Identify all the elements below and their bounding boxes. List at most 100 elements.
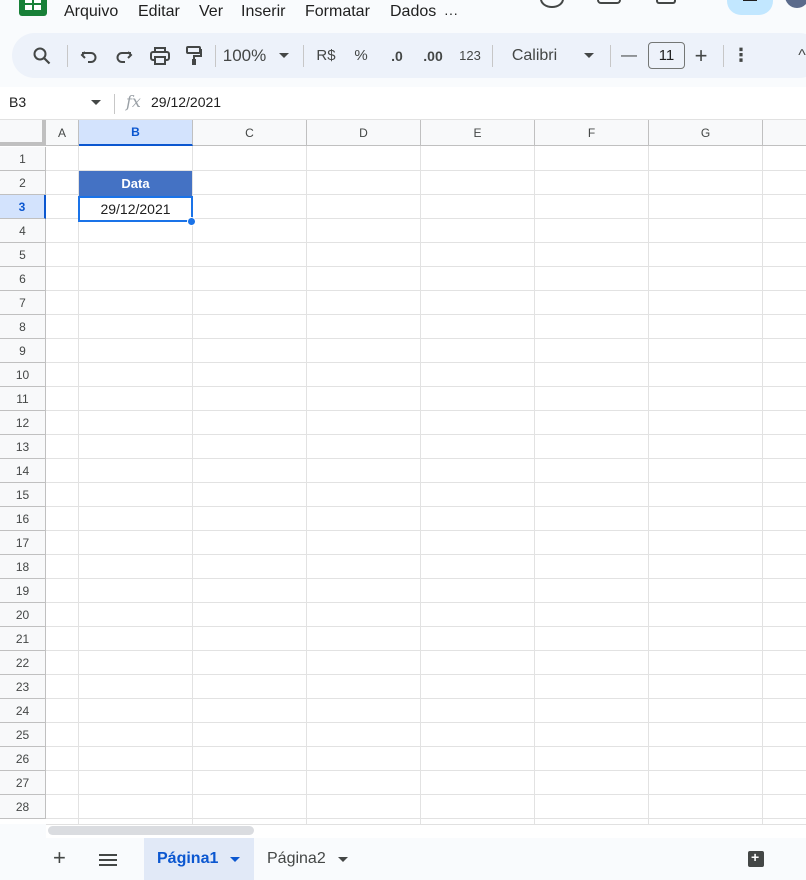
zoom-value[interactable]: 100% — [222, 33, 267, 78]
grid-row-line — [46, 434, 806, 435]
menu-bar: Arquivo Editar Ver Inserir Formatar Dado… — [0, 0, 806, 30]
row-header-17[interactable]: 17 — [0, 531, 46, 555]
more-options-icon[interactable]: ⋮ — [732, 33, 750, 78]
share-button[interactable] — [727, 0, 773, 15]
meet-icon[interactable] — [656, 0, 676, 4]
collapse-toolbar-icon[interactable]: ^ — [795, 33, 806, 78]
row-header-4[interactable]: 4 — [0, 219, 46, 243]
decrease-font-size-button[interactable]: — — [620, 33, 638, 78]
cell-b2[interactable]: Data — [79, 171, 192, 196]
menu-formatar[interactable]: Formatar — [305, 3, 370, 21]
currency-format-button[interactable]: R$ — [314, 33, 338, 78]
font-family-dropdown[interactable] — [582, 33, 596, 78]
sheets-logo-icon[interactable] — [19, 0, 47, 16]
row-header-20[interactable]: 20 — [0, 603, 46, 627]
add-sheet-icon[interactable]: + — [53, 847, 66, 869]
menu-arquivo[interactable]: Arquivo — [64, 3, 118, 21]
grid-row-line — [46, 602, 806, 603]
tab-label: Página1 — [157, 850, 219, 867]
row-header-24[interactable]: 24 — [0, 699, 46, 723]
row-header-25[interactable]: 25 — [0, 723, 46, 747]
grid-row-line — [46, 674, 806, 675]
active-cell-selection — [78, 196, 193, 222]
column-header-b[interactable]: B — [79, 120, 193, 146]
grid-row-line — [46, 338, 806, 339]
row-header-27[interactable]: 27 — [0, 771, 46, 795]
spreadsheet-grid[interactable]: A B C D E F G 1 2 3 4 5 6 7 8 9 10 11 12 13 14 15 16 17 18 19 20 21… — [0, 120, 806, 824]
menu-ver[interactable]: Ver — [199, 3, 223, 21]
grid-row-line — [46, 242, 806, 243]
formula-input[interactable]: 29/12/2021 — [151, 94, 221, 110]
print-icon[interactable] — [148, 33, 172, 78]
grid-row-line — [46, 506, 806, 507]
increase-font-size-button[interactable]: + — [692, 33, 710, 78]
avatar[interactable] — [785, 0, 806, 8]
row-header-2[interactable]: 2 — [0, 171, 46, 195]
column-header-h[interactable] — [763, 120, 806, 146]
select-all-corner[interactable] — [0, 120, 46, 146]
row-header-23[interactable]: 23 — [0, 675, 46, 699]
menu-editar[interactable]: Editar — [138, 3, 180, 21]
column-header-d[interactable]: D — [307, 120, 421, 146]
grid-row-line — [46, 746, 806, 747]
grid-row-line — [46, 314, 806, 315]
all-sheets-icon[interactable] — [99, 854, 117, 866]
row-header-22[interactable]: 22 — [0, 651, 46, 675]
version-history-icon[interactable] — [540, 0, 564, 8]
horizontal-scrollbar-thumb[interactable] — [48, 826, 254, 835]
row-header-1[interactable]: 1 — [0, 147, 46, 171]
row-header-28[interactable]: 28 — [0, 795, 46, 819]
search-icon[interactable] — [30, 33, 54, 78]
row-header-10[interactable]: 10 — [0, 363, 46, 387]
column-header-g[interactable]: G — [649, 120, 763, 146]
row-header-9[interactable]: 9 — [0, 339, 46, 363]
grid-row-line — [46, 386, 806, 387]
redo-icon[interactable] — [113, 33, 135, 78]
number-format-button[interactable]: 123 — [457, 33, 483, 78]
undo-icon[interactable] — [78, 33, 100, 78]
decrease-decimal-button[interactable]: .0 — [385, 33, 409, 78]
menu-dados[interactable]: Dados — [390, 3, 436, 21]
grid-column-line — [648, 146, 649, 824]
zoom-dropdown[interactable] — [277, 33, 291, 78]
increase-decimal-button[interactable]: .00 — [421, 33, 445, 78]
row-header-26[interactable]: 26 — [0, 747, 46, 771]
name-box[interactable]: B3 — [9, 94, 26, 110]
row-header-3[interactable]: 3 — [0, 195, 46, 219]
column-header-a[interactable]: A — [46, 120, 79, 146]
tab-pagina2[interactable]: Página2 — [255, 838, 365, 880]
grid-row-line — [46, 818, 806, 819]
row-header-13[interactable]: 13 — [0, 435, 46, 459]
toolbar: 100% R$ % .0 .00 123 Calibri — 11 + ⋮ ^ — [12, 33, 806, 78]
chevron-down-icon[interactable] — [337, 856, 348, 862]
name-box-dropdown-icon[interactable] — [91, 100, 101, 105]
grid-row-line — [46, 290, 806, 291]
column-header-e[interactable]: E — [421, 120, 535, 146]
row-header-5[interactable]: 5 — [0, 243, 46, 267]
row-header-14[interactable]: 14 — [0, 459, 46, 483]
tab-pagina1[interactable]: Página1 — [144, 838, 254, 880]
row-header-11[interactable]: 11 — [0, 387, 46, 411]
font-family-select[interactable]: Calibri — [507, 33, 562, 78]
column-header-f[interactable]: F — [535, 120, 649, 146]
row-header-15[interactable]: 15 — [0, 483, 46, 507]
fill-handle[interactable] — [187, 217, 196, 226]
percent-format-button[interactable]: % — [352, 33, 370, 78]
font-size-input[interactable]: 11 — [648, 42, 685, 69]
paint-format-icon[interactable] — [183, 33, 205, 78]
chevron-down-icon[interactable] — [230, 856, 241, 862]
row-header-7[interactable]: 7 — [0, 291, 46, 315]
row-header-21[interactable]: 21 — [0, 627, 46, 651]
row-header-6[interactable]: 6 — [0, 267, 46, 291]
row-header-8[interactable]: 8 — [0, 315, 46, 339]
explore-icon[interactable] — [748, 849, 764, 867]
menu-inserir[interactable]: Inserir — [241, 3, 285, 21]
comments-icon[interactable] — [597, 0, 621, 4]
grid-row-line — [46, 410, 806, 411]
row-header-16[interactable]: 16 — [0, 507, 46, 531]
row-header-19[interactable]: 19 — [0, 579, 46, 603]
row-header-18[interactable]: 18 — [0, 555, 46, 579]
row-header-12[interactable]: 12 — [0, 411, 46, 435]
column-header-c[interactable]: C — [193, 120, 307, 146]
menu-more[interactable]: ··· — [444, 5, 458, 21]
